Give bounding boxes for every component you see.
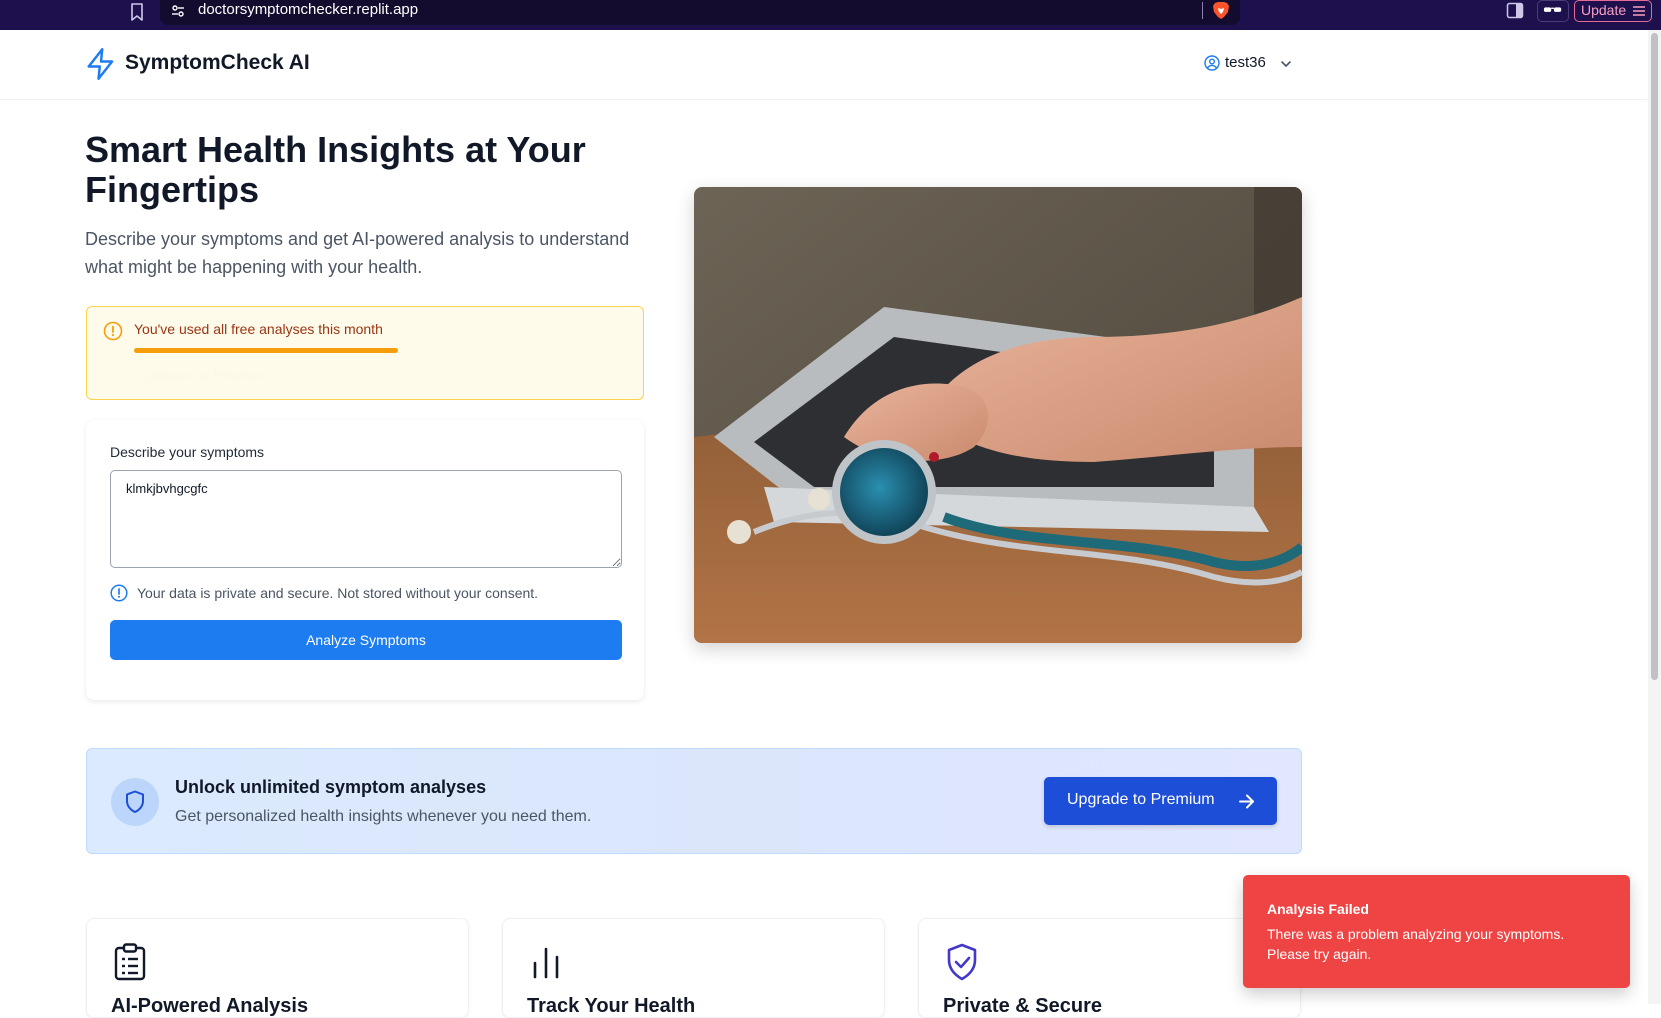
bookmark-icon[interactable] bbox=[128, 2, 146, 22]
site-settings-icon[interactable] bbox=[170, 3, 186, 19]
toast-message: There was a problem analyzing your sympt… bbox=[1267, 926, 1565, 962]
user-circle-icon bbox=[1204, 55, 1220, 71]
feature-card-analysis: AI-Powered Analysis bbox=[86, 918, 469, 1018]
hero-title: Smart Health Insights at Your Fingertips bbox=[85, 129, 586, 210]
hero-subtitle: Describe your symptoms and get AI-powere… bbox=[85, 229, 630, 277]
app-header: SymptomCheck AI test36 bbox=[0, 30, 1647, 100]
app-name[interactable]: SymptomCheck AI bbox=[125, 51, 310, 75]
browser-update-button[interactable]: Update bbox=[1574, 0, 1652, 22]
chevron-down-icon bbox=[1281, 61, 1291, 67]
hamburger-menu-icon bbox=[1633, 6, 1645, 16]
reader-mode-button[interactable] bbox=[1537, 0, 1569, 22]
clipboard-list-icon bbox=[114, 943, 146, 981]
feature-card-tracking: Track Your Health bbox=[502, 918, 885, 1018]
alert-circle-icon bbox=[103, 321, 123, 341]
username: test36 bbox=[1225, 54, 1266, 71]
premium-subtitle: Get personalized health insights wheneve… bbox=[175, 808, 592, 825]
glasses-icon bbox=[1543, 7, 1562, 12]
info-circle-icon bbox=[110, 584, 128, 602]
shield-check-icon bbox=[947, 943, 977, 981]
doctor-laptop-image bbox=[694, 187, 1302, 643]
feature-title: Private & Secure bbox=[943, 995, 1102, 1017]
url-text[interactable]: doctorsymptomchecker.replit.app bbox=[198, 1, 418, 19]
error-toast[interactable]: Analysis Failed There was a problem anal… bbox=[1243, 875, 1630, 988]
arrow-right-icon bbox=[1239, 794, 1254, 809]
shield-icon bbox=[126, 790, 144, 813]
browser-toolbar: doctorsymptomchecker.replit.app Update bbox=[0, 0, 1661, 30]
stethoscope-laptop-illustration bbox=[694, 187, 1302, 643]
usage-limit-alert: You've used all free analyses this month… bbox=[86, 306, 644, 400]
brave-shields-icon[interactable] bbox=[1212, 1, 1230, 20]
feature-title: AI-Powered Analysis bbox=[111, 995, 309, 1017]
lightning-logo-icon[interactable] bbox=[86, 48, 116, 80]
bar-chart-icon bbox=[533, 947, 559, 979]
toast-title: Analysis Failed bbox=[1267, 901, 1369, 917]
feature-title: Track Your Health bbox=[527, 995, 696, 1017]
update-label: Update bbox=[1581, 2, 1627, 18]
symptoms-textarea[interactable] bbox=[110, 470, 622, 568]
analyze-symptoms-button[interactable]: Analyze Symptoms bbox=[110, 620, 622, 660]
upgrade-link[interactable]: Upgrade to Premium bbox=[145, 368, 265, 383]
usage-progress-bar bbox=[134, 348, 398, 353]
toolbar-divider bbox=[1202, 2, 1203, 19]
upgrade-button-label: Upgrade to Premium bbox=[1067, 791, 1215, 808]
usage-limit-text: You've used all free analyses this month bbox=[134, 321, 383, 337]
privacy-note: Your data is private and secure. Not sto… bbox=[137, 585, 539, 601]
upgrade-to-premium-button[interactable]: Upgrade to Premium bbox=[1044, 777, 1277, 825]
symptom-form-card: Describe your symptoms Your data is priv… bbox=[86, 420, 644, 700]
symptoms-label: Describe your symptoms bbox=[110, 444, 265, 460]
premium-title: Unlock unlimited symptom analyses bbox=[175, 777, 487, 797]
sidebar-toggle-icon[interactable] bbox=[1506, 2, 1524, 19]
shield-badge bbox=[111, 778, 159, 826]
premium-upsell-banner: Unlock unlimited symptom analyses Get pe… bbox=[86, 748, 1302, 854]
page-scrollbar-thumb[interactable] bbox=[1651, 33, 1658, 680]
